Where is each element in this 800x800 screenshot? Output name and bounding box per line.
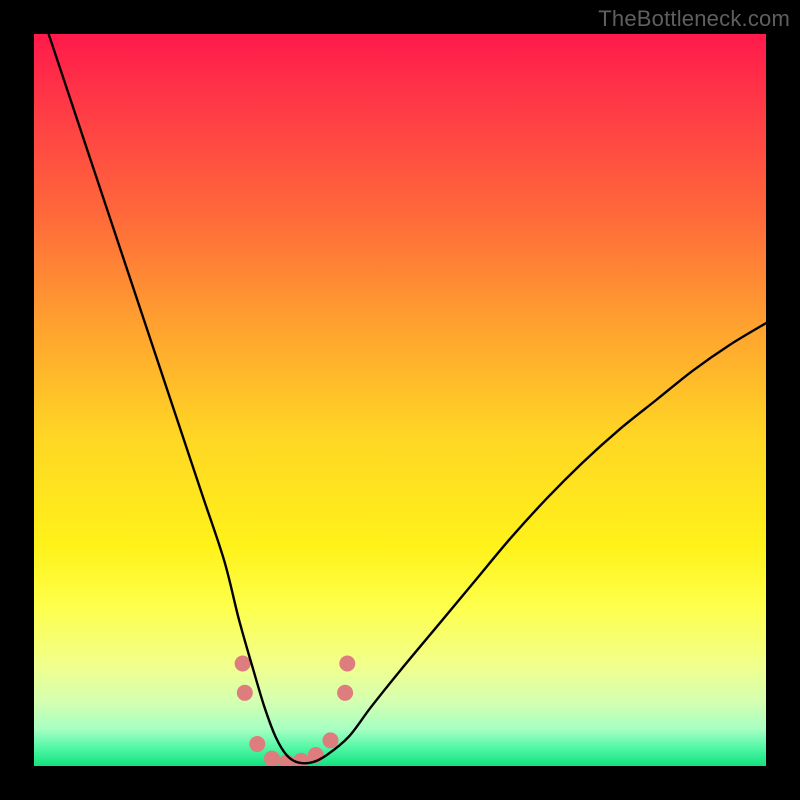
marker-dot (339, 656, 355, 672)
marker-dot (235, 656, 251, 672)
marker-dot (337, 685, 353, 701)
plot-area (34, 34, 766, 766)
watermark-text: TheBottleneck.com (598, 6, 790, 32)
marker-dot (249, 736, 265, 752)
bottleneck-curve (49, 34, 766, 763)
marker-dot (237, 685, 253, 701)
chart-frame: TheBottleneck.com (0, 0, 800, 800)
marker-dot (264, 751, 280, 766)
marker-dot (322, 732, 338, 748)
curve-layer (34, 34, 766, 766)
